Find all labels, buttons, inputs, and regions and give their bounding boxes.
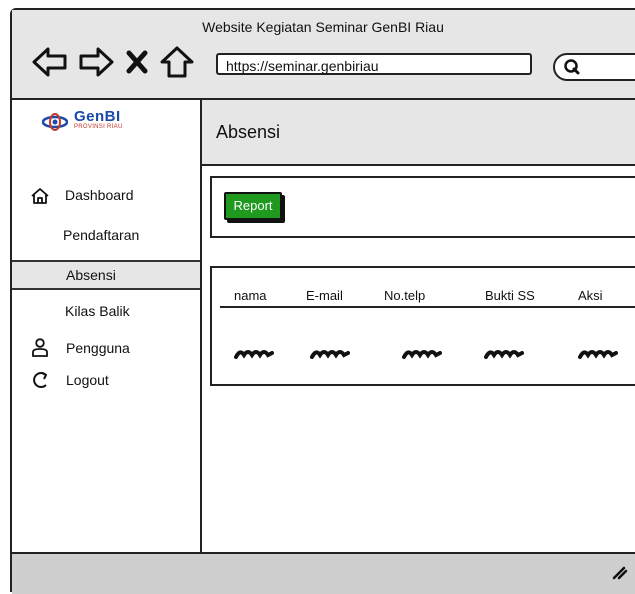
attendance-table: nama E-mail No.telp Bukti SS Aksi: [210, 266, 635, 386]
page-title: Absensi: [216, 122, 281, 142]
genbi-logo[interactable]: GenBI PROVINSI RIAU: [42, 108, 123, 132]
table-header-divider: [220, 306, 635, 308]
placeholder-cell: [310, 346, 350, 365]
logo-title: GenBI: [74, 108, 121, 125]
status-bar: [12, 552, 635, 594]
column-header-bukti-ss: Bukti SS: [485, 288, 535, 303]
placeholder-cell: [402, 346, 442, 365]
column-header-aksi: Aksi: [578, 288, 603, 303]
resize-grip-icon[interactable]: [612, 564, 628, 585]
placeholder-cell: [484, 346, 524, 365]
sidebar-item-absensi[interactable]: Absensi: [12, 260, 200, 290]
address-bar[interactable]: https://seminar.genbiriau: [216, 53, 532, 75]
logo-subtitle: PROVINSI RIAU: [74, 124, 123, 130]
sidebar-item-kilas-balik[interactable]: Kilas Balik: [12, 296, 200, 326]
sidebar-item-label: Pengguna: [66, 340, 130, 356]
sidebar-item-label: Dashboard: [65, 187, 134, 203]
search-icon: [564, 59, 580, 75]
placeholder-cell: [234, 346, 274, 365]
genbi-emblem-icon: [42, 113, 68, 131]
back-arrow-icon[interactable]: [32, 46, 68, 83]
user-icon: [31, 338, 49, 368]
sidebar-item-label: Logout: [66, 372, 109, 388]
home-nav-icon[interactable]: [160, 46, 194, 83]
home-icon: [30, 185, 50, 215]
page-header: Absensi: [202, 100, 635, 166]
browser-window: Website Kegiatan Seminar GenBI Riau http…: [10, 8, 635, 594]
logout-icon: [31, 370, 49, 400]
placeholder-cell: [578, 346, 618, 365]
column-header-email: E-mail: [306, 288, 343, 303]
sidebar-item-pendaftaran[interactable]: Pendaftaran: [12, 220, 200, 250]
stop-icon[interactable]: [126, 50, 148, 79]
sidebar-item-label: Kilas Balik: [65, 303, 130, 319]
browser-search-field[interactable]: [553, 53, 635, 81]
sidebar-item-pengguna[interactable]: Pengguna: [12, 333, 200, 363]
window-title: Website Kegiatan Seminar GenBI Riau: [202, 19, 444, 35]
forward-arrow-icon[interactable]: [78, 46, 114, 83]
sidebar-item-logout[interactable]: Logout: [12, 365, 200, 395]
column-header-telp: No.telp: [384, 288, 426, 303]
sidebar-item-dashboard[interactable]: Dashboard: [12, 180, 200, 210]
sidebar-item-label: Pendaftaran: [63, 227, 140, 243]
report-panel: Report: [210, 176, 635, 238]
browser-titlebar: Website Kegiatan Seminar GenBI Riau http…: [12, 10, 635, 100]
sidebar-item-label: Absensi: [66, 267, 116, 283]
sidebar: GenBI PROVINSI RIAU Dashboard Pendaftara…: [12, 100, 202, 552]
column-header-nama: nama: [234, 288, 267, 303]
report-button[interactable]: Report: [224, 192, 282, 220]
